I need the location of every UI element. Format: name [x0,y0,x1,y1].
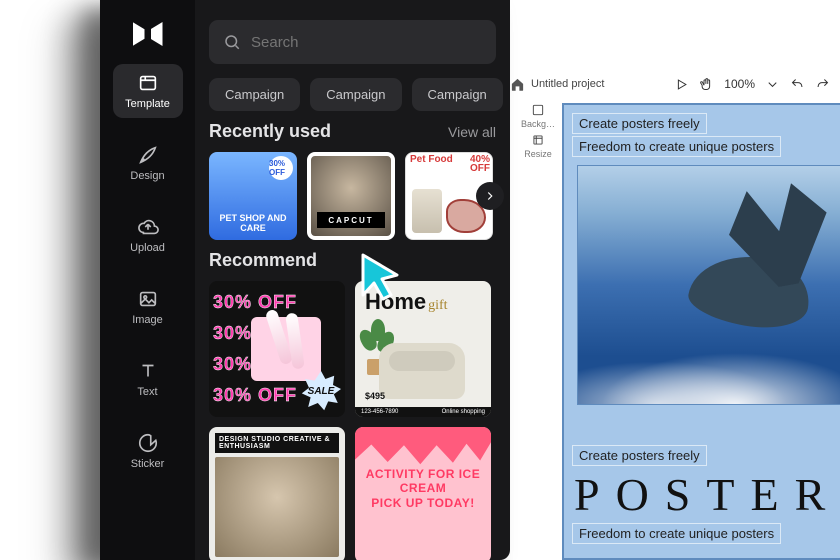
upload-icon [137,216,159,238]
sticker-icon [137,432,159,454]
image-icon [137,288,159,310]
filter-chips: Campaign Campaign Campaign [209,78,496,111]
canvas-side-tools: Backg… Resize [523,103,553,159]
recommend-thumb-studio[interactable]: DESIGN STUDIO CREATIVE & ENTHUSIASM [209,427,345,560]
poster-bottom-line2[interactable]: Freedom to create unique posters [572,523,781,544]
template-panel: Template Design Upload Image Text Sticke… [100,0,510,560]
poster-title[interactable]: POSTER [574,468,830,521]
poster-top-line2[interactable]: Freedom to create unique posters [572,136,781,157]
rail-text[interactable]: Text [113,352,183,406]
zoom-level[interactable]: 100% [724,77,755,91]
discount-badge: 30% OFF [269,156,293,180]
recent-title: Recently used [209,121,331,142]
project-name[interactable]: Untitled project [531,78,604,90]
search-icon [223,33,241,51]
play-icon[interactable] [674,77,689,92]
background-tool[interactable]: Backg… [523,103,553,129]
search-input[interactable] [251,34,482,51]
rail-template[interactable]: Template [113,64,183,118]
chip-campaign-1[interactable]: Campaign [209,78,300,111]
recommend-title: Recommend [209,250,317,271]
app-logo-icon[interactable] [133,22,163,46]
poster-image[interactable] [577,165,840,405]
hand-icon[interactable] [699,77,714,92]
resize-icon [531,133,545,147]
section-recommend: Recommend 30% OFF 30% OFF 30% OFF 30% OF… [209,250,496,560]
chevron-right-icon [483,189,497,203]
poster-top-line1[interactable]: Create posters freely [572,113,707,134]
recent-thumb-capcut[interactable]: CAPCUT [307,152,395,240]
recommend-thumb-home[interactable]: Homegift $495 123-456-7890Online shoppin… [355,281,491,417]
chip-campaign-3[interactable]: Campaign [412,78,503,111]
section-recent: Recently used View all 30% OFF PET SHOP … [209,121,496,240]
rail-upload[interactable]: Upload [113,208,183,262]
rail-sticker[interactable]: Sticker [113,424,183,478]
canvas-topbar: Untitled project 100% [510,72,830,96]
panel-main: Campaign Campaign Campaign Recently used… [195,0,510,560]
text-icon [137,360,159,382]
undo-icon[interactable] [790,77,805,92]
recommend-thumb-sale[interactable]: 30% OFF 30% OFF 30% OFF 30% OFF SALE [209,281,345,417]
home-icon[interactable] [510,77,525,92]
chip-campaign-2[interactable]: Campaign [310,78,401,111]
side-rail: Template Design Upload Image Text Sticke… [100,0,195,560]
poster-canvas[interactable]: Create posters freely Freedom to create … [562,103,840,560]
poster-bottom-line1[interactable]: Create posters freely [572,445,707,466]
resize-tool[interactable]: Resize [523,133,553,159]
recent-next-button[interactable] [476,182,504,210]
recent-view-all[interactable]: View all [448,124,496,140]
template-icon [137,72,159,94]
redo-icon[interactable] [815,77,830,92]
rail-design[interactable]: Design [113,136,183,190]
search-bar[interactable] [209,20,496,64]
design-icon [137,144,159,166]
rail-image[interactable]: Image [113,280,183,334]
background-icon [531,103,545,117]
chevron-down-icon[interactable] [765,77,780,92]
recent-thumb-petshop[interactable]: 30% OFF PET SHOP AND CARE [209,152,297,240]
recommend-thumb-icecream[interactable]: ACTIVITY FOR ICE CREAMPICK UP TODAY! [355,427,491,560]
